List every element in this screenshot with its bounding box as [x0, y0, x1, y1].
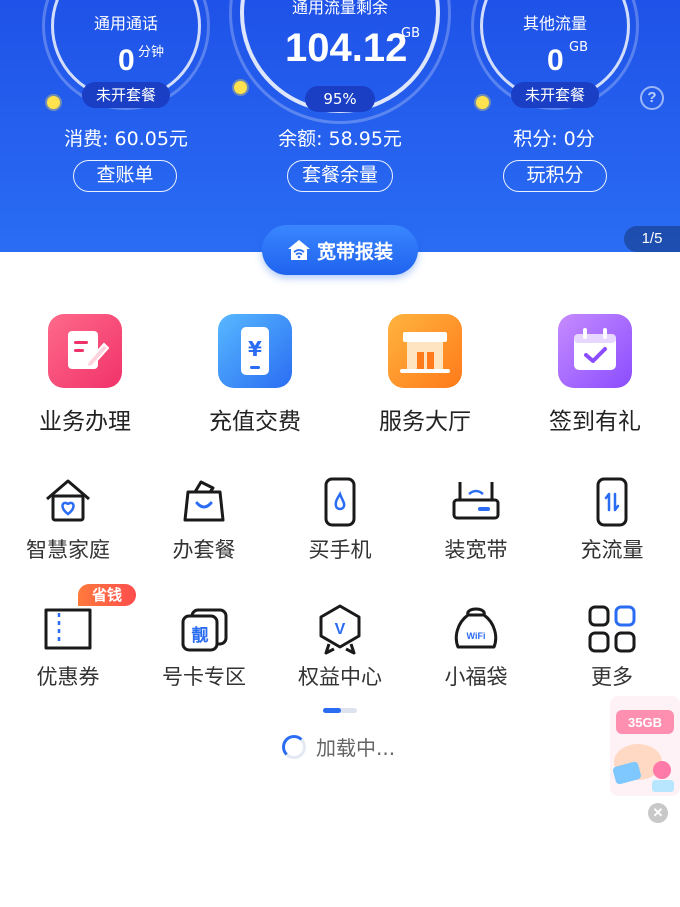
calendar-check-icon — [558, 314, 632, 388]
gauge-label: 通用流量剩余 — [291, 0, 388, 17]
gauge-unit: GB — [569, 40, 588, 55]
grid-item-lucky-bag[interactable]: WiFi 小福袋 — [408, 603, 544, 691]
grid-item-sim-cards[interactable]: 靓 号卡专区 — [136, 603, 272, 691]
gauge-badge: 未开套餐 — [82, 82, 170, 108]
close-icon[interactable]: ✕ — [648, 803, 668, 823]
tile-business[interactable]: 业务办理 — [10, 314, 160, 436]
service-hall-icon — [388, 314, 462, 388]
sim-card-icon: 靓 — [178, 603, 230, 655]
phone-yuan-icon: ¥ — [218, 314, 292, 388]
grid-label: 号卡专区 — [162, 665, 246, 689]
grid-label: 充流量 — [580, 538, 644, 562]
gauge-knob — [476, 96, 489, 109]
play-points-button[interactable]: 玩积分 — [503, 160, 607, 192]
grid-label: 优惠券 — [36, 665, 100, 689]
gauge-label: 通用通话 — [93, 14, 158, 33]
grid-item-install-broadband[interactable]: 装宽带 — [408, 476, 544, 564]
sim-card-mark: 靓 — [192, 625, 209, 646]
router-icon — [450, 476, 502, 528]
gauge-value: 0 — [118, 44, 135, 77]
data-gauge[interactable]: 通用流量剩余 104.12 GB 95% — [229, 0, 451, 124]
tile-label: 充值交费 — [209, 409, 301, 435]
gauge-badge: 未开套餐 — [511, 82, 599, 108]
rights-badge-mark: V — [335, 621, 346, 638]
grid-item-rights-center[interactable]: V 权益中心 — [272, 603, 408, 691]
grid-item-more[interactable]: 更多 — [544, 603, 680, 691]
grid-item-buy-phone[interactable]: 买手机 — [272, 476, 408, 564]
grid-label: 办套餐 — [172, 538, 236, 562]
smart-home-icon — [42, 476, 94, 528]
rights-badge-icon: V — [314, 603, 366, 655]
help-icon[interactable]: ? — [640, 86, 664, 110]
banner-page-indicator: 1/5 — [624, 226, 680, 252]
spending-text: 消费: 60.05元 — [64, 128, 188, 150]
tile-label: 签到有礼 — [549, 409, 641, 435]
grid-more-icon — [586, 603, 638, 655]
svg-text:¥: ¥ — [248, 337, 262, 361]
grid-page-indicator — [323, 708, 357, 713]
spinner-icon — [282, 734, 306, 759]
gauge-label: 其他流量 — [522, 14, 587, 33]
package-balance-button[interactable]: 套餐余量 — [287, 160, 393, 192]
broadband-label: 宽带报装 — [316, 240, 393, 263]
form-edit-icon — [48, 314, 122, 388]
save-money-badge: 省钱 — [78, 584, 136, 606]
tile-service-hall[interactable]: 服务大厅 — [350, 314, 500, 436]
grid-label: 装宽带 — [444, 538, 508, 562]
broadband-install-button[interactable]: 宽带报装 — [262, 225, 418, 275]
tile-label: 服务大厅 — [379, 409, 471, 435]
data-phone-icon — [586, 476, 638, 528]
promo-text: 35GB — [628, 715, 662, 730]
lucky-bag-icon: WiFi — [450, 603, 502, 655]
tile-label: 业务办理 — [39, 409, 131, 435]
gauge-badge: 95% — [305, 86, 375, 112]
app-home: 通用通话 0 分钟 未开套餐 通用流量剩余 104.12 GB 95% 其他流量… — [0, 0, 680, 907]
account-summary-panel: 通用通话 0 分钟 未开套餐 通用流量剩余 104.12 GB 95% 其他流量… — [0, 0, 680, 252]
loading-text: 加载中... — [316, 736, 396, 760]
gauge-value: 104.12 — [285, 26, 408, 70]
grid-item-coupons[interactable]: 优惠券 — [0, 603, 136, 691]
gauge-unit: GB — [401, 26, 420, 41]
gauge-value: 0 — [547, 44, 564, 77]
phone-icon — [314, 476, 366, 528]
grid-label: 小福袋 — [444, 665, 508, 689]
grid-item-package[interactable]: 办套餐 — [136, 476, 272, 564]
lucky-bag-mark: WiFi — [467, 631, 486, 641]
view-bill-button[interactable]: 查账单 — [73, 160, 177, 192]
gauge-knob — [47, 96, 60, 109]
points-text: 积分: 0分 — [513, 128, 595, 150]
voice-gauge[interactable]: 通用通话 0 分钟 未开套餐 — [42, 0, 210, 110]
tile-checkin[interactable]: 签到有礼 — [520, 314, 670, 436]
balance-text: 余额: 58.95元 — [278, 128, 402, 150]
grid-item-data-topup[interactable]: 充流量 — [544, 476, 680, 564]
tile-recharge[interactable]: ¥ 充值交费 — [180, 314, 330, 436]
coupon-icon — [42, 603, 94, 655]
grid-label: 智慧家庭 — [26, 538, 110, 562]
home-wifi-icon — [287, 240, 310, 260]
grid-item-smart-home[interactable]: 智慧家庭 — [0, 476, 136, 564]
grid-label: 更多 — [591, 665, 633, 689]
shopping-bag-icon — [178, 476, 230, 528]
grid-label: 权益中心 — [298, 665, 382, 689]
gauge-knob — [234, 81, 247, 94]
gauge-unit: 分钟 — [138, 45, 165, 60]
loading-indicator: 加载中... — [282, 732, 395, 761]
other-data-gauge[interactable]: 其他流量 0 GB 未开套餐 — [471, 0, 639, 110]
grid-label: 买手机 — [308, 538, 372, 562]
promo-floating-ad[interactable]: 35GB — [604, 692, 680, 800]
